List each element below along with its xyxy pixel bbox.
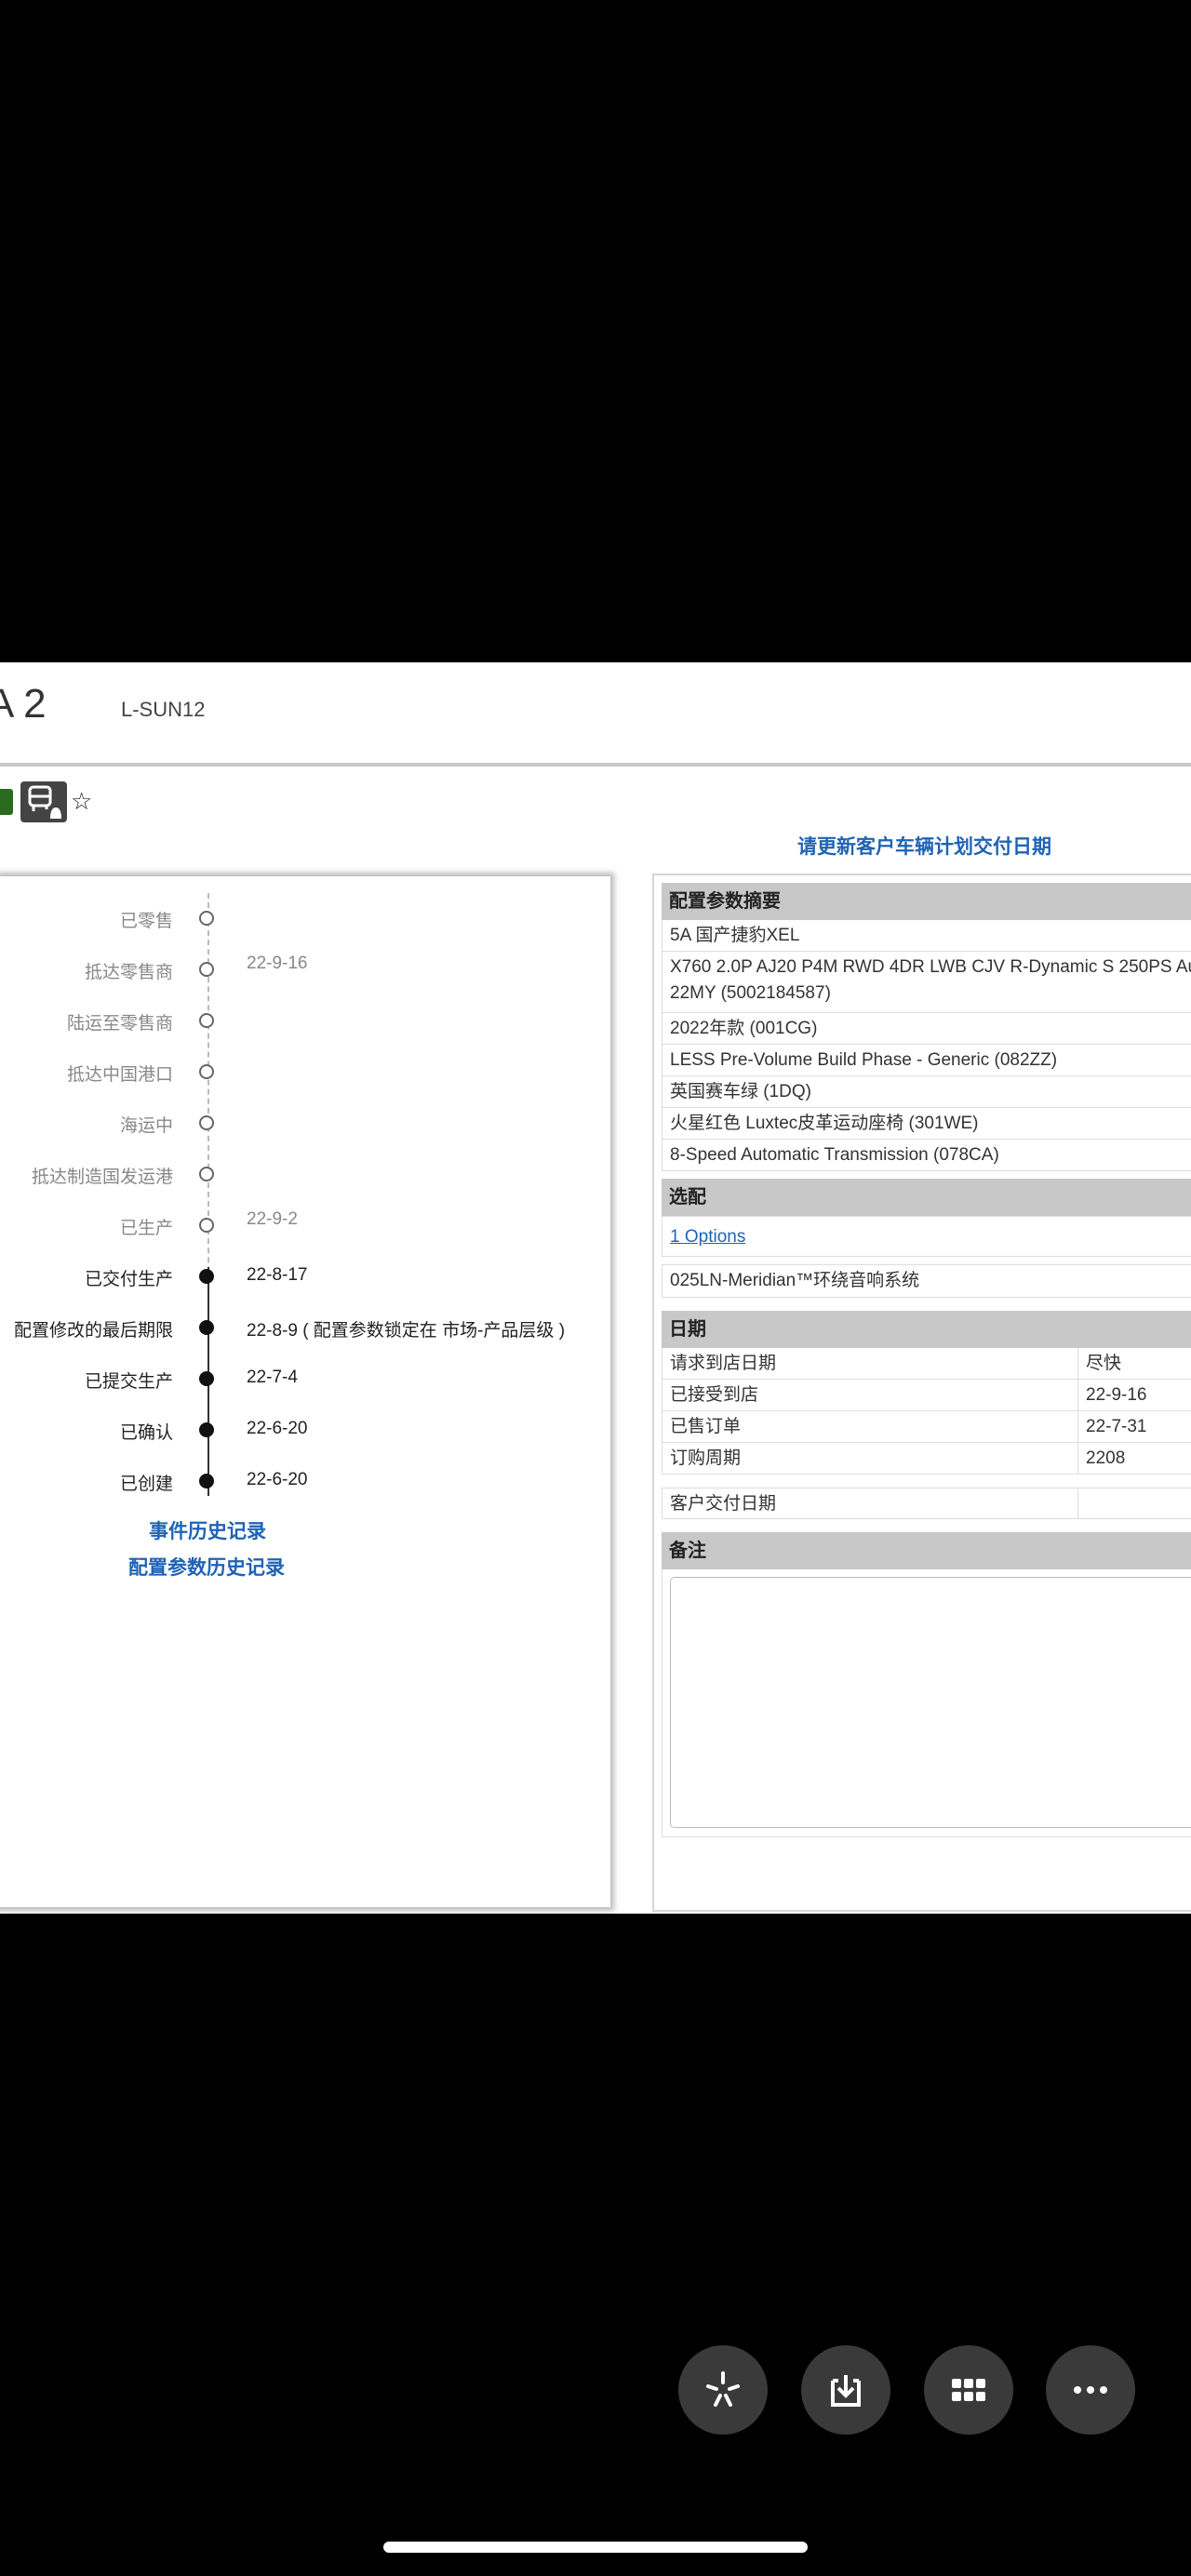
download-icon	[831, 2375, 861, 2407]
timeline-label: 配置修改的最后期限	[13, 1321, 173, 1341]
date-label: 已售订单	[670, 1417, 742, 1436]
sparkle-button[interactable]	[678, 2345, 768, 2435]
timeline-date: 22-8-17	[247, 1265, 308, 1285]
timeline-date: 22-8-9 ( 配置参数锁定在 市场-产品层级 )	[247, 1321, 566, 1341]
page-title: A 2	[0, 681, 47, 727]
timeline-label: 已提交生产	[84, 1372, 173, 1392]
notes-textarea[interactable]	[670, 1577, 1191, 1828]
config-row: 火星红色 Luxtec皮革运动座椅 (301WE)	[662, 1108, 1191, 1140]
date-value: 22-7-31	[1077, 1411, 1147, 1442]
date-row: 请求到店日期 尽快	[662, 1348, 1191, 1380]
timeline-label: 已生产	[119, 1219, 173, 1238]
timeline-label: 已创建	[119, 1475, 173, 1494]
timeline-dot-open	[199, 911, 214, 926]
timeline-dot-open	[199, 1218, 214, 1233]
date-row: 已接受到店 22-9-16	[662, 1380, 1191, 1411]
timeline-label: 海运中	[119, 1116, 173, 1136]
timeline-dot-open	[199, 1115, 214, 1130]
timeline-label: 抵达中国港口	[66, 1065, 173, 1085]
timeline-dot-filled	[199, 1320, 214, 1335]
options-link[interactable]: 1 Options	[670, 1227, 745, 1247]
options-row: 1 Options	[662, 1216, 1191, 1257]
option-item: 025LN-Meridian™环绕音响系统	[662, 1264, 1191, 1298]
favorite-star-icon[interactable]: ☆	[71, 787, 92, 816]
order-code: L-SUN12	[121, 698, 206, 721]
timeline-dot-filled	[199, 1422, 214, 1437]
grid-icon	[952, 2379, 985, 2401]
date-value: 22-9-16	[1077, 1380, 1147, 1410]
config-row: 英国赛车绿 (1DQ)	[662, 1076, 1191, 1108]
config-row: 2022年款 (001CG)	[662, 1013, 1191, 1045]
download-button[interactable]	[801, 2345, 890, 2435]
timeline-label: 抵达制造国发运港	[31, 1168, 173, 1187]
date-label: 已接受到店	[670, 1385, 759, 1405]
date-value: 尽快	[1077, 1348, 1121, 1379]
timeline-label: 已零售	[119, 912, 173, 931]
date-row: 已售订单 22-7-31	[662, 1411, 1191, 1443]
sparkle-icon	[706, 2371, 740, 2407]
date-label: 请求到店日期	[670, 1354, 777, 1373]
home-indicator[interactable]	[383, 2542, 808, 2553]
timeline-date: 22-9-16	[247, 954, 308, 973]
event-history-link[interactable]: 事件历史记录	[149, 1516, 266, 1544]
notes-header: 备注	[662, 1532, 1191, 1569]
grid-button[interactable]	[924, 2345, 1013, 2435]
timeline-dot-filled	[199, 1474, 214, 1488]
delivery-date-value[interactable]	[1077, 1488, 1086, 1518]
options-header: 选配	[662, 1179, 1191, 1216]
config-row: LESS Pre-Volume Build Phase - Generic (0…	[662, 1045, 1191, 1076]
header-divider	[0, 763, 1191, 767]
vehicle-alert-icon[interactable]	[20, 781, 67, 822]
dates-header: 日期	[662, 1311, 1191, 1348]
date-label: 订购周期	[670, 1448, 742, 1468]
timeline-dot-open	[199, 1064, 214, 1079]
timeline-label: 已交付生产	[84, 1270, 173, 1289]
timeline-date: 22-9-2	[247, 1209, 298, 1229]
config-history-link[interactable]: 配置参数历史记录	[128, 1553, 285, 1581]
config-summary-header: 配置参数摘要	[662, 883, 1191, 920]
document-viewer: A 2 L-SUN12 ☆ 请更新客户车辆计划交付日期 已零售 抵达零售商 22…	[0, 662, 1191, 1914]
timeline-label: 已确认	[119, 1423, 173, 1443]
status-green-icon[interactable]	[0, 789, 13, 815]
config-row: 5A 国产捷豹XEL	[662, 920, 1191, 952]
timeline-date: 22-7-4	[247, 1368, 298, 1387]
timeline-date: 22-6-20	[247, 1470, 308, 1489]
date-value: 2208	[1077, 1443, 1125, 1474]
timeline-label: 陆运至零售商	[66, 1014, 173, 1034]
more-button[interactable]	[1046, 2345, 1135, 2435]
timeline-dot-open	[199, 1013, 214, 1028]
timeline-dot-filled	[199, 1269, 214, 1284]
update-delivery-date-link[interactable]: 请更新客户车辆计划交付日期	[797, 832, 1051, 860]
config-row: X760 2.0P AJ20 P4M RWD 4DR LWB CJV R-Dyn…	[662, 952, 1191, 1013]
date-label: 客户交付日期	[670, 1494, 777, 1514]
order-details-panel: 配置参数摘要 5A 国产捷豹XEL X760 2.0P AJ20 P4M RWD…	[652, 874, 1191, 1912]
timeline-dot-open	[199, 1167, 214, 1181]
timeline-dot-open	[199, 962, 214, 977]
config-row: 8-Speed Automatic Transmission (078CA)	[662, 1140, 1191, 1171]
more-icon	[1074, 2386, 1107, 2394]
date-row: 订购周期 2208	[662, 1443, 1191, 1475]
timeline-panel: 已零售 抵达零售商 22-9-16 陆运至零售商 抵达中国港口 海运中 抵达制造…	[0, 876, 610, 1907]
timeline-label: 抵达零售商	[84, 963, 173, 982]
timeline-dot-filled	[199, 1371, 214, 1386]
delivery-date-row: 客户交付日期	[662, 1488, 1191, 1519]
timeline-date: 22-6-20	[247, 1419, 308, 1438]
